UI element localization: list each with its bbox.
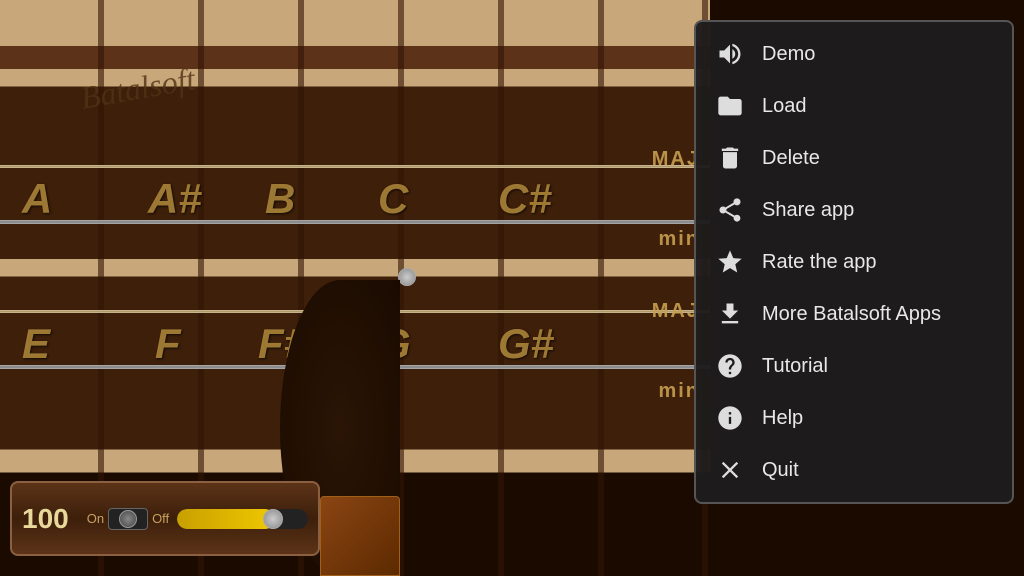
- guitar-string-2: [0, 220, 710, 224]
- menu-label-load: Load: [762, 95, 807, 118]
- note-b[interactable]: B: [265, 175, 295, 223]
- menu-label-demo: Demo: [762, 43, 815, 66]
- menu-label-tutorial: Tutorial: [762, 355, 828, 378]
- menu-item-delete[interactable]: Delete: [696, 132, 1012, 184]
- toggle-knob: [119, 510, 137, 528]
- fret-dot: [398, 268, 416, 286]
- volume-control: 100 On Off: [10, 481, 320, 556]
- question-icon: [714, 350, 746, 382]
- note-c[interactable]: C: [378, 175, 408, 223]
- dropdown-menu: Demo Load Delete Share app Rate the app …: [694, 20, 1014, 504]
- off-label: Off: [152, 511, 169, 526]
- download-icon: [714, 298, 746, 330]
- menu-item-help[interactable]: Help: [696, 392, 1012, 444]
- scale-label-maj1: MAJ: [652, 148, 700, 171]
- note-asharp[interactable]: A#: [148, 175, 202, 223]
- volume-value: 100: [22, 503, 69, 535]
- menu-item-load[interactable]: Load: [696, 80, 1012, 132]
- info-icon: [714, 402, 746, 434]
- star-icon: [714, 246, 746, 278]
- note-f[interactable]: F: [155, 320, 181, 368]
- volume-slider-fill: [177, 509, 275, 529]
- trash-icon: [714, 142, 746, 174]
- on-label: On: [87, 511, 104, 526]
- menu-item-rate[interactable]: Rate the app: [696, 236, 1012, 288]
- volume-slider-thumb[interactable]: [263, 509, 283, 529]
- note-a[interactable]: A: [22, 175, 52, 223]
- menu-item-more[interactable]: More Batalsoft Apps: [696, 288, 1012, 340]
- menu-label-more: More Batalsoft Apps: [762, 303, 941, 326]
- note-e[interactable]: E: [22, 320, 50, 368]
- menu-label-share: Share app: [762, 199, 854, 222]
- guitar-bottom-deco: [320, 496, 400, 576]
- toggle-switch[interactable]: [108, 508, 148, 530]
- menu-item-tutorial[interactable]: Tutorial: [696, 340, 1012, 392]
- volume-slider[interactable]: [177, 509, 308, 529]
- note-gsharp[interactable]: G#: [498, 320, 554, 368]
- menu-label-quit: Quit: [762, 459, 799, 482]
- share-icon: [714, 194, 746, 226]
- scale-label-maj2: MAJ: [652, 300, 700, 323]
- close-icon: [714, 454, 746, 486]
- speaker-icon: [714, 38, 746, 70]
- menu-label-rate: Rate the app: [762, 251, 877, 274]
- folder-icon: [714, 90, 746, 122]
- note-csharp[interactable]: C#: [498, 175, 552, 223]
- on-off-toggle-area: On Off: [87, 508, 169, 530]
- menu-label-delete: Delete: [762, 147, 820, 170]
- menu-label-help: Help: [762, 407, 803, 430]
- menu-item-demo[interactable]: Demo: [696, 28, 1012, 80]
- guitar-string-1: [0, 165, 710, 168]
- menu-item-share[interactable]: Share app: [696, 184, 1012, 236]
- menu-item-quit[interactable]: Quit: [696, 444, 1012, 496]
